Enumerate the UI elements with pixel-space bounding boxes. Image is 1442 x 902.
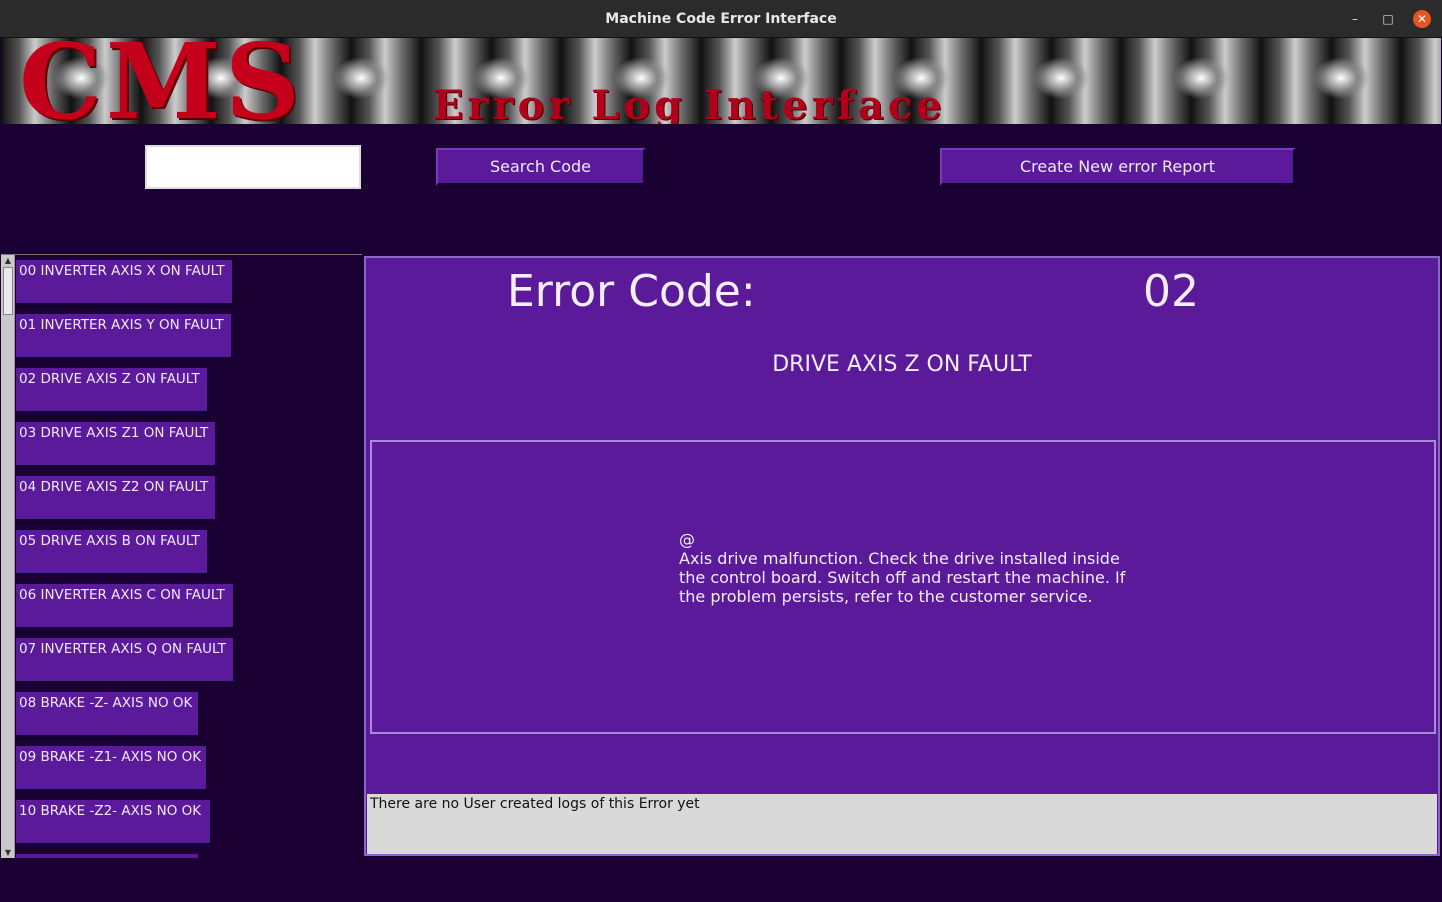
list-scrollbar[interactable]: ▲ ▼ <box>1 255 15 858</box>
error-list-item[interactable]: 04 DRIVE AXIS Z2 ON FAULT <box>16 476 217 522</box>
maximize-button[interactable]: □ <box>1379 10 1397 28</box>
scroll-thumb[interactable] <box>3 267 13 315</box>
banner-logo: CMS <box>19 38 304 124</box>
error-list: ▲ ▼ 00 INVERTER AXIS X ON FAULT 01 INVER… <box>1 254 362 858</box>
error-list-item[interactable]: 03 DRIVE AXIS Z1 ON FAULT <box>16 422 217 468</box>
error-list-item[interactable]: 09 BRAKE -Z1- AXIS NO OK <box>16 746 208 792</box>
search-code-button[interactable]: Search Code <box>436 148 646 186</box>
create-report-button[interactable]: Create New error Report <box>940 148 1296 186</box>
error-code-value: 02 <box>1143 266 1199 317</box>
error-description: @ Axis drive malfunction. Check the driv… <box>679 530 1126 606</box>
error-description-box: @ Axis drive malfunction. Check the driv… <box>370 440 1436 734</box>
error-list-item[interactable]: 07 INVERTER AXIS Q ON FAULT <box>16 638 235 684</box>
title-bar: Machine Code Error Interface – □ ✕ <box>0 0 1442 38</box>
banner-subtitle: Error Log Interface <box>433 82 946 124</box>
error-list-item[interactable]: 05 DRIVE AXIS B ON FAULT <box>16 530 209 576</box>
scroll-up-icon[interactable]: ▲ <box>2 256 14 266</box>
error-list-item[interactable]: 06 INVERTER AXIS C ON FAULT <box>16 584 235 630</box>
error-list-item[interactable]: 08 BRAKE -Z- AXIS NO OK <box>16 692 200 738</box>
scroll-down-icon[interactable]: ▼ <box>2 848 14 858</box>
error-list-item[interactable]: 00 INVERTER AXIS X ON FAULT <box>16 260 234 306</box>
error-list-item[interactable]: 01 INVERTER AXIS Y ON FAULT <box>16 314 233 360</box>
error-list-item[interactable]: 02 DRIVE AXIS Z ON FAULT <box>16 368 209 414</box>
error-list-item[interactable]: 10 BRAKE -Z2- AXIS NO OK <box>16 800 212 846</box>
error-code-label: Error Code: <box>507 266 756 317</box>
search-input[interactable] <box>145 145 361 189</box>
error-name: DRIVE AXIS Z ON FAULT <box>772 352 1032 377</box>
error-detail-panel: Error Code: 02 DRIVE AXIS Z ON FAULT @ A… <box>364 256 1440 856</box>
close-button[interactable]: ✕ <box>1413 10 1431 28</box>
error-list-item[interactable] <box>16 854 200 858</box>
header-banner: CMS Error Log Interface <box>1 38 1441 124</box>
minimize-button[interactable]: – <box>1346 10 1364 28</box>
window-title: Machine Code Error Interface <box>605 11 837 27</box>
user-logs-area[interactable]: There are no User created logs of this E… <box>367 794 1437 854</box>
